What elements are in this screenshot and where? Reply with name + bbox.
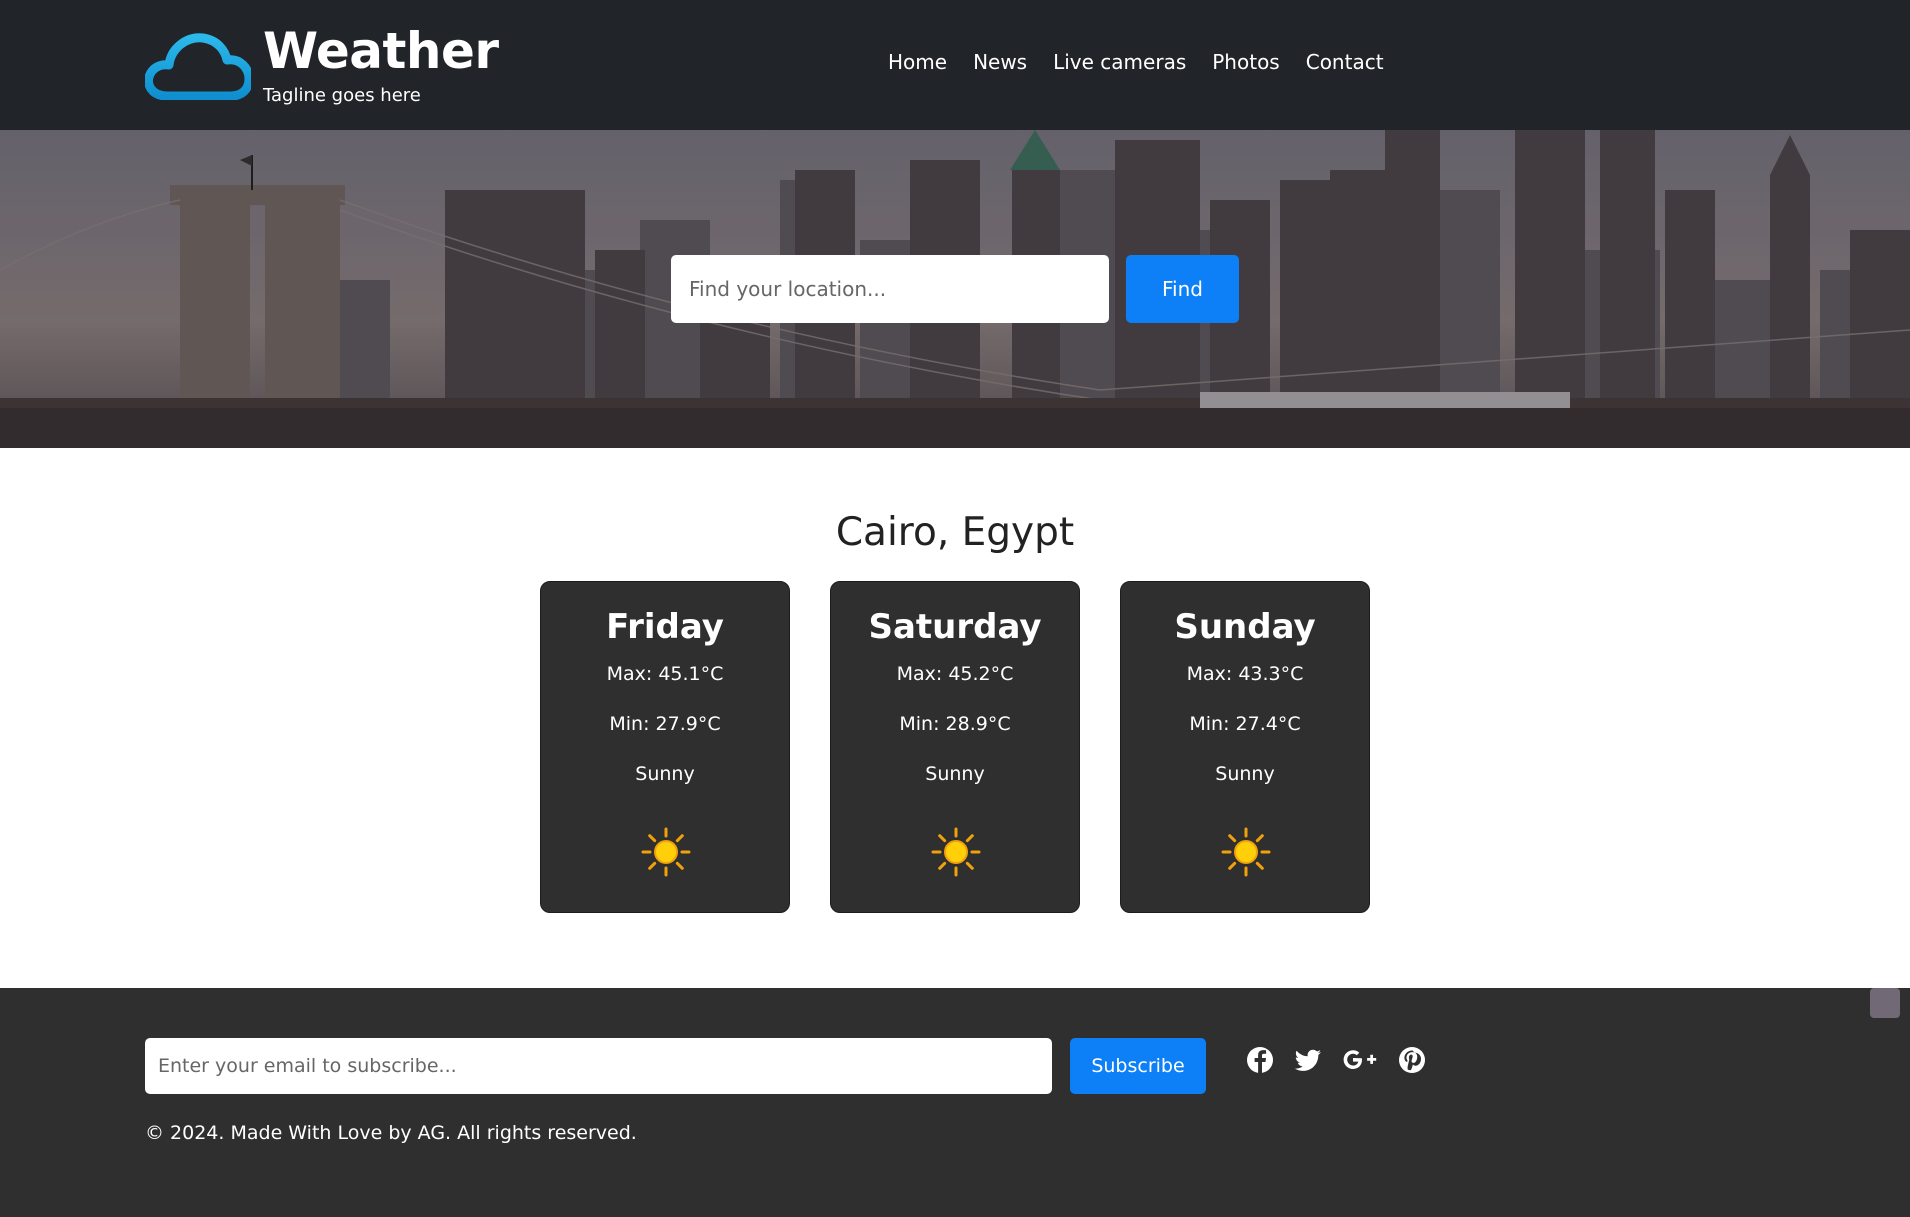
nav-contact[interactable]: Contact bbox=[1306, 50, 1384, 74]
main-nav: Home News Live cameras Photos Contact bbox=[888, 50, 1384, 74]
weather-condition: Sunny bbox=[1215, 763, 1275, 785]
max-temperature: Max: 45.1°C bbox=[606, 663, 724, 685]
nav-live-cameras[interactable]: Live cameras bbox=[1053, 50, 1186, 74]
extension-widget-icon[interactable] bbox=[1870, 988, 1900, 1018]
forecast-day: Sunday bbox=[1174, 607, 1316, 647]
forecast-card-friday: Friday Max: 45.1°C Min: 27.9°C Sunny bbox=[540, 581, 790, 913]
subscribe-email-input[interactable] bbox=[145, 1038, 1052, 1094]
site-footer: Subscribe © 2024. Made With Lov bbox=[0, 988, 1910, 1217]
facebook-icon[interactable] bbox=[1242, 1042, 1278, 1078]
forecast-day: Friday bbox=[606, 607, 724, 647]
min-temperature: Min: 27.4°C bbox=[1189, 713, 1301, 735]
pinterest-icon[interactable] bbox=[1394, 1042, 1430, 1078]
cloud-logo-icon bbox=[145, 33, 251, 100]
weather-condition: Sunny bbox=[635, 763, 695, 785]
forecast-card-saturday: Saturday Max: 45.2°C Min: 28.9°C Sunny bbox=[830, 581, 1080, 913]
nav-news[interactable]: News bbox=[973, 50, 1027, 74]
google-plus-icon[interactable] bbox=[1340, 1042, 1380, 1078]
forecast-day: Saturday bbox=[868, 607, 1042, 647]
nav-home[interactable]: Home bbox=[888, 50, 947, 74]
location-search-input[interactable] bbox=[671, 255, 1109, 323]
location-title: Cairo, Egypt bbox=[835, 510, 1075, 555]
forecast-cards: Friday Max: 45.1°C Min: 27.9°C Sunny Sat… bbox=[540, 581, 1370, 913]
nav-photos[interactable]: Photos bbox=[1212, 50, 1279, 74]
min-temperature: Min: 27.9°C bbox=[609, 713, 721, 735]
find-button[interactable]: Find bbox=[1126, 255, 1239, 323]
subscribe-button[interactable]: Subscribe bbox=[1070, 1038, 1206, 1094]
sun-icon bbox=[931, 827, 981, 877]
twitter-icon[interactable] bbox=[1290, 1042, 1326, 1078]
site-title: Weather bbox=[263, 22, 499, 80]
site-header: Weather Tagline goes here Home News Live… bbox=[0, 0, 1910, 130]
hero-banner: Find bbox=[0, 130, 1910, 448]
sun-icon bbox=[1221, 827, 1271, 877]
forecast-card-sunday: Sunday Max: 43.3°C Min: 27.4°C Sunny bbox=[1120, 581, 1370, 913]
max-temperature: Max: 45.2°C bbox=[896, 663, 1014, 685]
min-temperature: Min: 28.9°C bbox=[899, 713, 1011, 735]
weather-condition: Sunny bbox=[925, 763, 985, 785]
max-temperature: Max: 43.3°C bbox=[1186, 663, 1304, 685]
copyright-text: © 2024. Made With Love by AG. All rights… bbox=[145, 1122, 637, 1144]
site-tagline: Tagline goes here bbox=[263, 85, 421, 106]
sun-icon bbox=[641, 827, 691, 877]
